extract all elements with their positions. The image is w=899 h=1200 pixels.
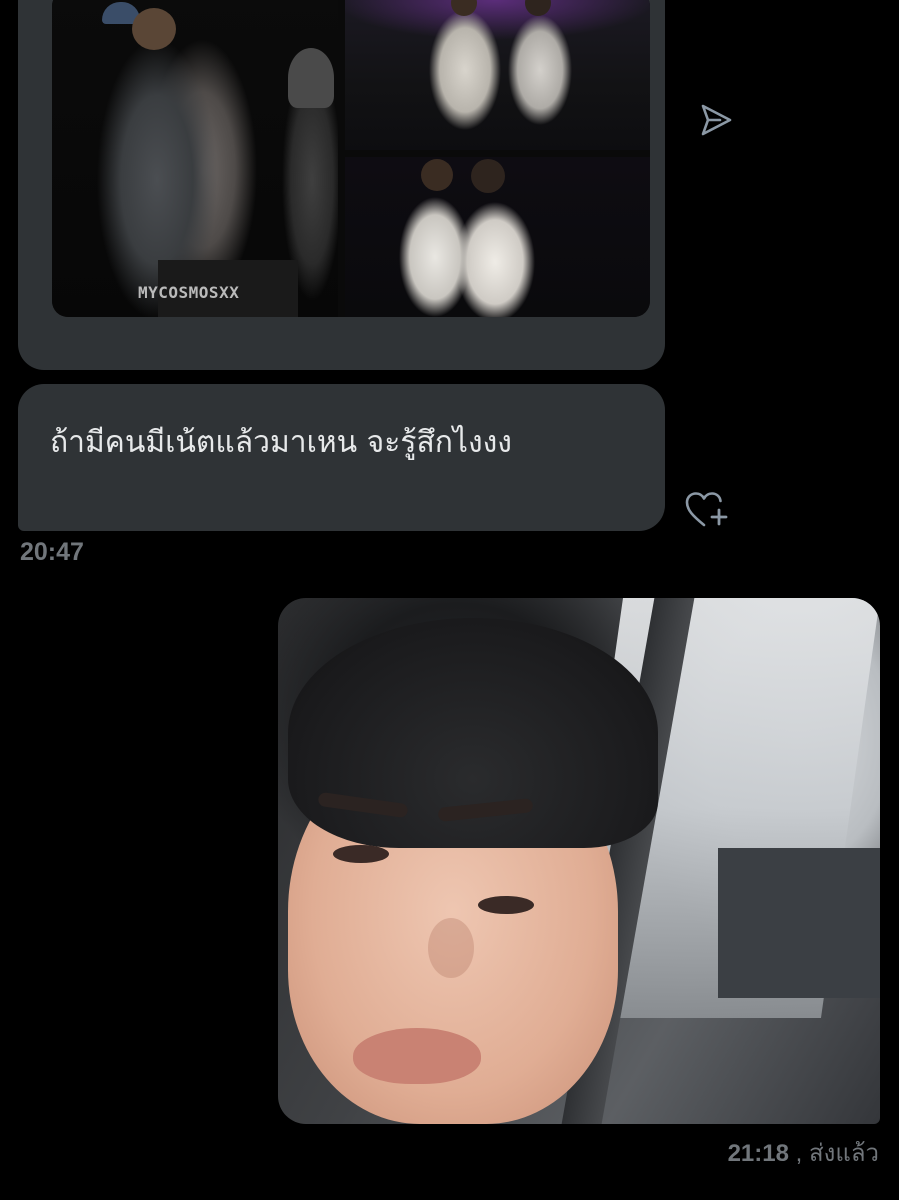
background-building [718,848,880,998]
outgoing-timestamp: 21:18 [727,1140,789,1167]
lips [353,1028,481,1084]
incoming-timestamp: 20:47 [20,538,84,566]
concert-photo-stage[interactable] [345,0,650,150]
outgoing-status: 21:18 , ส่งแล้ว [728,1133,879,1172]
concert-photo-mic[interactable] [345,157,650,317]
head [132,8,176,50]
hood [288,48,334,108]
share-icon[interactable] [694,100,738,140]
nose [428,918,474,978]
message-text: ถ้ามีคนมีเน้ตแล้วมาเหน จะรู้สึกไงงง [50,425,512,460]
photo-watermark: MYCOSMOSXX [138,283,240,302]
outgoing-media-message[interactable] [278,598,880,1124]
head [421,159,453,191]
sent-status-label: , ส่งแล้ว [795,1140,879,1167]
eye [478,896,534,914]
photo-collage[interactable]: MYCOSMOSXX [52,0,650,317]
head [525,0,551,16]
head [471,159,505,193]
concert-photo-hug[interactable]: MYCOSMOSXX [52,0,338,317]
head [451,0,477,16]
dm-conversation-screen: MYCOSMOSXX ถ้ามีคนมีเน้ตแล้วมาเหน จะรู้ส… [0,0,899,1200]
add-reaction-icon[interactable] [680,486,732,532]
send-arrow-icon [701,104,732,136]
incoming-media-message[interactable]: MYCOSMOSXX [18,0,665,370]
incoming-text-message[interactable]: ถ้ามีคนมีเน้ตแล้วมาเหน จะรู้สึกไงงง [18,384,665,531]
heart-plus-icon [685,492,728,527]
eye [333,845,389,863]
